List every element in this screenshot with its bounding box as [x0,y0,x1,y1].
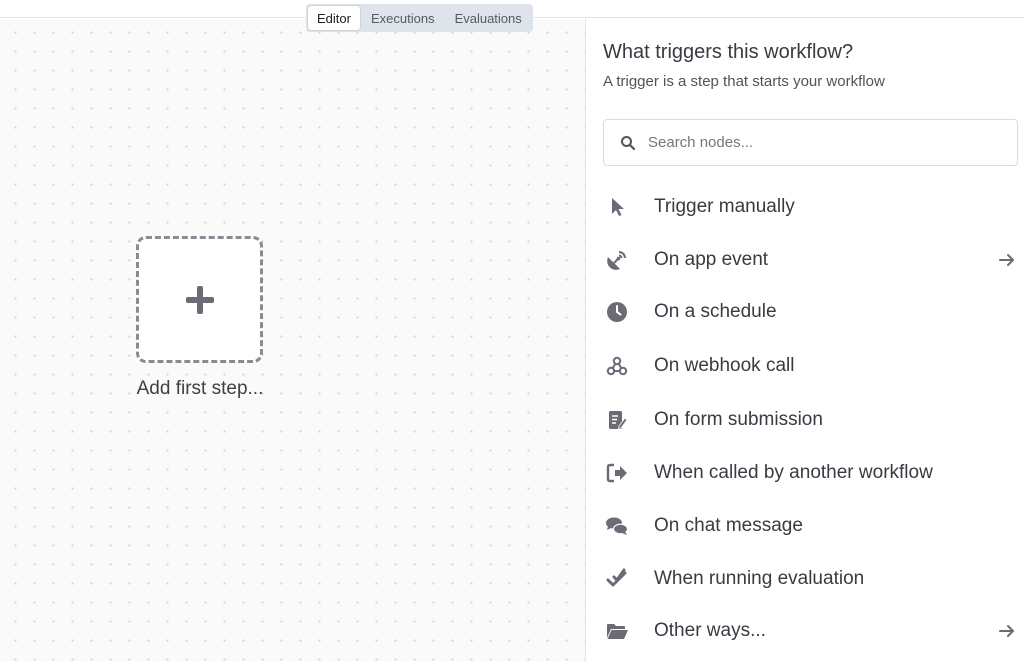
trigger-label: On form submission [654,409,823,430]
form-edit-icon [603,406,631,434]
trigger-label: When running evaluation [654,568,865,589]
tab-editor[interactable]: Editor [308,6,360,30]
search-icon [621,135,636,150]
folder-open-icon [603,617,631,645]
trigger-called-by-workflow[interactable]: When called by another workflow [587,450,1024,496]
view-tabs: Editor Executions Evaluations [306,4,533,32]
trigger-label: On app event [654,249,769,270]
trigger-label: Trigger manually [654,196,795,217]
search-input[interactable] [648,134,1008,151]
trigger-on-schedule[interactable]: On a schedule [587,289,1024,335]
workflow-editor: Editor Executions Evaluations Add first … [0,0,1024,661]
clock-icon [603,298,631,326]
trigger-label: On a schedule [654,301,777,322]
trigger-manually[interactable]: Trigger manually [587,184,1024,230]
chat-bubbles-icon [603,512,631,540]
tab-evaluations[interactable]: Evaluations [446,6,531,30]
plus-icon [185,285,214,314]
workflow-canvas[interactable]: Add first step... [0,19,586,661]
arrow-right-icon [999,254,1014,266]
webhook-icon [603,352,631,380]
trigger-label: Other ways... [654,620,766,641]
add-first-step-label: Add first step... [136,378,264,399]
tab-executions[interactable]: Executions [362,6,444,30]
search-box[interactable] [603,119,1018,166]
double-check-icon [603,565,631,593]
trigger-label: On webhook call [654,355,795,376]
trigger-running-evaluation[interactable]: When running evaluation [587,556,1024,602]
sign-in-arrow-icon [603,459,631,487]
arrow-right-icon [999,625,1014,637]
trigger-label: When called by another workflow [654,462,933,483]
satellite-dish-icon [603,246,631,274]
cursor-pointer-icon [603,193,631,221]
trigger-label: On chat message [654,515,803,536]
trigger-panel: What triggers this workflow? A trigger i… [587,19,1024,661]
trigger-on-webhook-call[interactable]: On webhook call [587,343,1024,389]
trigger-on-app-event[interactable]: On app event [587,237,1024,283]
panel-title: What triggers this workflow? [603,41,854,63]
trigger-on-chat-message[interactable]: On chat message [587,503,1024,549]
trigger-other-ways[interactable]: Other ways... [587,608,1024,654]
panel-subtitle: A trigger is a step that starts your wor… [603,73,885,90]
add-first-step-button[interactable] [136,236,263,363]
trigger-on-form-submission[interactable]: On form submission [587,397,1024,443]
